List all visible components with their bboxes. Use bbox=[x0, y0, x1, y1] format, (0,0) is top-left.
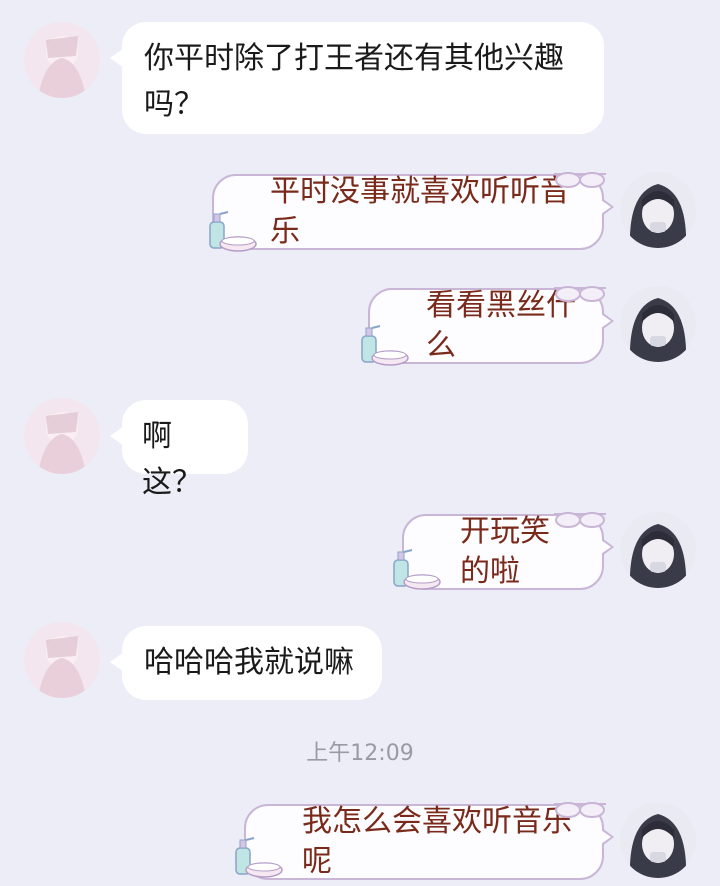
message-text: 我怎么会喜欢听音乐呢 bbox=[302, 804, 572, 879]
bubble-tail bbox=[110, 652, 124, 672]
self-avatar[interactable] bbox=[620, 286, 696, 362]
contact-avatar[interactable] bbox=[24, 398, 100, 474]
message-text: 哈哈哈我就说嘛 bbox=[144, 645, 354, 680]
soap-bottle-basin-icon bbox=[388, 544, 442, 596]
sunglasses-icon bbox=[552, 168, 608, 192]
sunglasses-icon bbox=[552, 508, 608, 532]
incoming-message-bubble[interactable]: 你平时除了打王者还有其他兴趣 吗？ bbox=[110, 22, 604, 134]
dark-hair-anime-avatar-icon bbox=[620, 802, 696, 878]
soap-bottle-basin-icon bbox=[230, 832, 284, 884]
dark-hair-anime-avatar-icon bbox=[620, 172, 696, 248]
contact-avatar[interactable] bbox=[24, 22, 100, 98]
sunglasses-icon bbox=[552, 798, 608, 822]
bubble-tail bbox=[110, 426, 124, 446]
incoming-message-bubble[interactable]: 啊这？ bbox=[110, 400, 248, 500]
incoming-message-bubble[interactable]: 哈哈哈我就说嘛 bbox=[110, 626, 382, 700]
anime-girl-avatar-icon bbox=[24, 398, 100, 474]
outgoing-message-bubble[interactable]: 我怎么会喜欢听音乐呢 bbox=[244, 804, 614, 880]
sunglasses-icon bbox=[552, 282, 608, 306]
bubble-tail bbox=[110, 48, 124, 68]
soap-bottle-basin-icon bbox=[356, 320, 410, 372]
message-text: 平时没事就喜欢听听音乐 bbox=[270, 174, 570, 249]
outgoing-message-bubble[interactable]: 平时没事就喜欢听听音乐 bbox=[212, 174, 614, 250]
anime-girl-avatar-icon bbox=[24, 622, 100, 698]
message-timestamp: 上午12:09 bbox=[306, 741, 414, 766]
anime-girl-avatar-icon bbox=[24, 22, 100, 98]
soap-bottle-basin-icon bbox=[204, 206, 258, 258]
contact-avatar[interactable] bbox=[24, 622, 100, 698]
dark-hair-anime-avatar-icon bbox=[620, 512, 696, 588]
message-text: 你平时除了打王者还有其他兴趣 bbox=[144, 41, 564, 76]
message-text: 啊这？ bbox=[142, 419, 202, 500]
self-avatar[interactable] bbox=[620, 512, 696, 588]
self-avatar[interactable] bbox=[620, 802, 696, 878]
message-text: 吗？ bbox=[144, 87, 204, 122]
dark-hair-anime-avatar-icon bbox=[620, 286, 696, 362]
self-avatar[interactable] bbox=[620, 172, 696, 248]
